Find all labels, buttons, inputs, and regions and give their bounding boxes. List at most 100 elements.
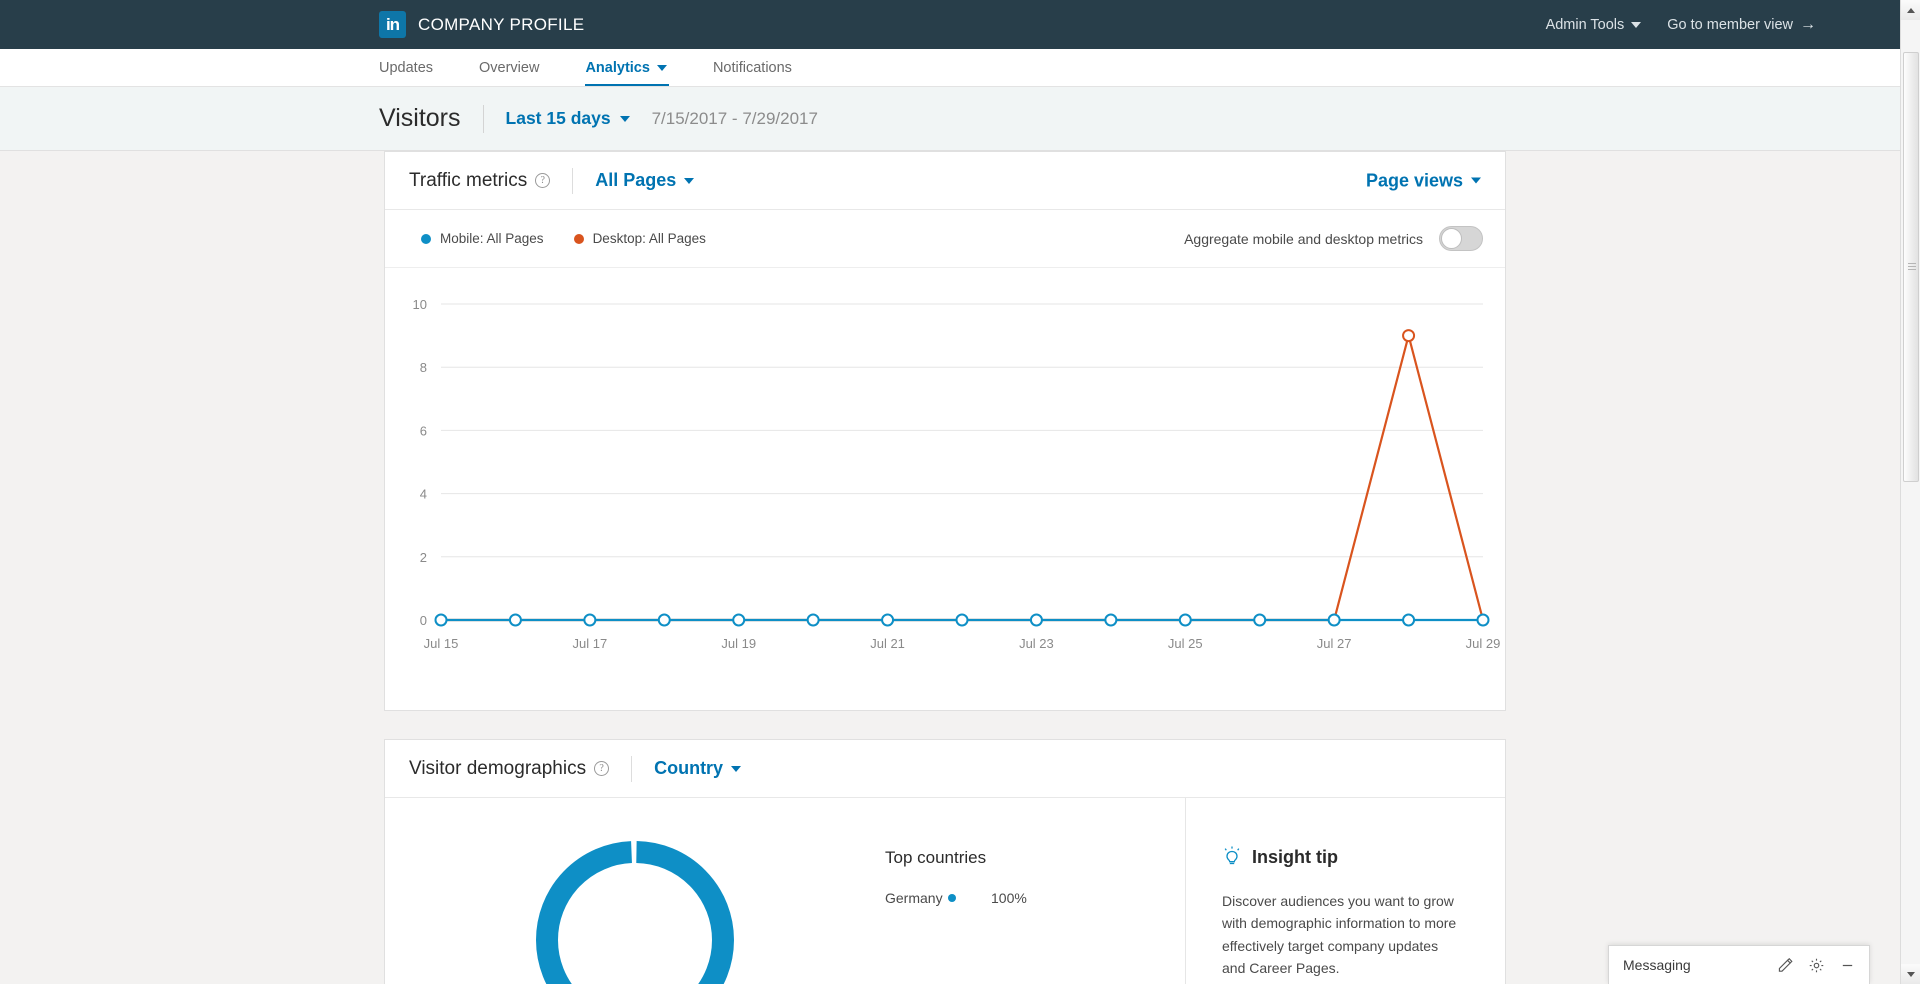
- dimension-select-label: Country: [654, 758, 723, 779]
- member-view-label: Go to member view: [1667, 17, 1793, 33]
- messaging-title: Messaging: [1623, 957, 1691, 973]
- data-point-marker[interactable]: [510, 615, 521, 626]
- line-chart-svg: 0246810Jul 15Jul 17Jul 19Jul 21Jul 23Jul…: [385, 268, 1505, 710]
- data-point-marker[interactable]: [1329, 615, 1340, 626]
- country-row: Germany 100%: [885, 890, 1185, 906]
- demographics-title: Visitor demographics ?: [409, 758, 609, 780]
- aggregate-toggle-wrap: Aggregate mobile and desktop metrics: [1184, 226, 1483, 251]
- top-navigation-bar: in COMPANY PROFILE Admin Tools Go to mem…: [0, 0, 1900, 49]
- y-axis-tick-label: 0: [420, 613, 427, 628]
- data-point-marker[interactable]: [957, 615, 968, 626]
- header-divider: [631, 756, 632, 782]
- linkedin-logo-icon: in: [379, 11, 406, 38]
- scrollbar-thumb[interactable]: [1903, 52, 1919, 482]
- donut-chart-column: [385, 798, 885, 984]
- date-range-selector[interactable]: Last 15 days: [506, 108, 630, 129]
- page-header-inner: Visitors Last 15 days 7/15/2017 - 7/29/2…: [379, 104, 818, 133]
- legend-dot-desktop: [574, 234, 584, 244]
- messaging-actions: [1778, 958, 1855, 973]
- compose-icon[interactable]: [1778, 958, 1793, 973]
- minimize-icon[interactable]: [1840, 958, 1855, 973]
- data-point-marker[interactable]: [1031, 615, 1042, 626]
- tab-list: Updates Overview Analytics Notifications: [379, 60, 838, 86]
- data-point-marker[interactable]: [659, 615, 670, 626]
- country-name-cell: Germany: [885, 890, 965, 906]
- admin-tools-label: Admin Tools: [1546, 17, 1625, 33]
- arrow-right-icon: →: [1800, 17, 1816, 33]
- series-line: [441, 336, 1483, 620]
- x-axis-tick-label: Jul 17: [573, 636, 608, 651]
- gear-icon[interactable]: [1809, 958, 1824, 973]
- data-point-marker[interactable]: [1403, 330, 1414, 341]
- content-area: Traffic metrics ? All Pages Page views: [0, 151, 1900, 984]
- visitor-demographics-card: Visitor demographics ? Country Top count…: [384, 739, 1506, 984]
- demographics-body: Top countries Germany 100%: [385, 798, 1505, 984]
- chevron-down-icon: [731, 766, 741, 772]
- data-point-marker[interactable]: [1254, 615, 1265, 626]
- page-scrollbar[interactable]: [1900, 0, 1920, 984]
- scroll-down-button[interactable]: [1901, 964, 1920, 984]
- chevron-down-icon: [1471, 178, 1481, 184]
- data-point-marker[interactable]: [733, 615, 744, 626]
- y-axis-tick-label: 10: [413, 297, 427, 312]
- demographics-title-text: Visitor demographics: [409, 758, 586, 780]
- go-to-member-view-link[interactable]: Go to member view →: [1667, 17, 1816, 33]
- triangle-up-icon: [1907, 8, 1915, 13]
- tab-overview[interactable]: Overview: [479, 60, 563, 86]
- tab-analytics-label: Analytics: [585, 60, 649, 76]
- brand-block[interactable]: in COMPANY PROFILE: [379, 11, 584, 38]
- data-point-marker[interactable]: [1478, 615, 1489, 626]
- insight-tip-text: Discover audiences you want to grow with…: [1222, 890, 1465, 980]
- pages-filter-select[interactable]: All Pages: [595, 170, 694, 191]
- top-countries-column: Top countries Germany 100%: [885, 798, 1185, 984]
- toggle-knob: [1441, 228, 1462, 249]
- legend-label-desktop: Desktop: All Pages: [593, 231, 706, 246]
- x-axis-tick-label: Jul 19: [721, 636, 756, 651]
- section-tab-bar: Updates Overview Analytics Notifications: [0, 49, 1900, 87]
- metric-select-label: Page views: [1366, 170, 1463, 191]
- scroll-up-button[interactable]: [1901, 0, 1920, 20]
- data-point-marker[interactable]: [882, 615, 893, 626]
- y-axis-tick-label: 2: [420, 550, 427, 565]
- demographics-dimension-select[interactable]: Country: [654, 758, 741, 779]
- tab-analytics[interactable]: Analytics: [585, 60, 690, 86]
- scrollbar-grip-icon: [1908, 263, 1916, 271]
- x-axis-tick-label: Jul 29: [1466, 636, 1501, 651]
- traffic-metrics-header: Traffic metrics ? All Pages Page views: [385, 152, 1505, 210]
- tab-updates[interactable]: Updates: [379, 60, 457, 86]
- tab-updates-label: Updates: [379, 60, 433, 76]
- aggregate-toggle[interactable]: [1439, 226, 1483, 251]
- country-color-dot: [948, 894, 956, 902]
- aggregate-toggle-label: Aggregate mobile and desktop metrics: [1184, 231, 1423, 247]
- insight-tip-panel: Insight tip Discover audiences you want …: [1185, 798, 1505, 984]
- admin-tools-menu[interactable]: Admin Tools: [1546, 17, 1642, 33]
- metric-select-wrap: Page views: [1366, 170, 1481, 191]
- data-point-marker[interactable]: [584, 615, 595, 626]
- data-point-marker[interactable]: [436, 615, 447, 626]
- date-range-label: Last 15 days: [506, 108, 611, 129]
- tab-notifications[interactable]: Notifications: [713, 60, 816, 86]
- x-axis-tick-label: Jul 15: [424, 636, 459, 651]
- chevron-down-icon: [684, 178, 694, 184]
- traffic-metrics-title-text: Traffic metrics: [409, 170, 527, 192]
- chevron-down-icon: [620, 116, 630, 122]
- data-point-marker[interactable]: [1105, 615, 1116, 626]
- chart-legend-row: Mobile: All Pages Desktop: All Pages Agg…: [385, 210, 1505, 268]
- triangle-down-icon: [1907, 972, 1915, 977]
- legend-item-desktop[interactable]: Desktop: All Pages: [574, 231, 706, 246]
- traffic-metrics-title: Traffic metrics ?: [409, 170, 550, 192]
- data-point-marker[interactable]: [1403, 615, 1414, 626]
- page-header: Visitors Last 15 days 7/15/2017 - 7/29/2…: [0, 87, 1900, 151]
- x-axis-tick-label: Jul 27: [1317, 636, 1352, 651]
- page-title: Visitors: [379, 104, 461, 133]
- messaging-widget[interactable]: Messaging: [1608, 945, 1870, 984]
- data-point-marker[interactable]: [808, 615, 819, 626]
- demographics-header: Visitor demographics ? Country: [385, 740, 1505, 798]
- legend-item-mobile[interactable]: Mobile: All Pages: [421, 231, 544, 246]
- insight-tip-title: Insight tip: [1252, 847, 1338, 868]
- info-icon[interactable]: ?: [594, 761, 609, 776]
- metric-select[interactable]: Page views: [1366, 170, 1481, 191]
- data-point-marker[interactable]: [1180, 615, 1191, 626]
- app-root: in COMPANY PROFILE Admin Tools Go to mem…: [0, 0, 1920, 984]
- info-icon[interactable]: ?: [535, 173, 550, 188]
